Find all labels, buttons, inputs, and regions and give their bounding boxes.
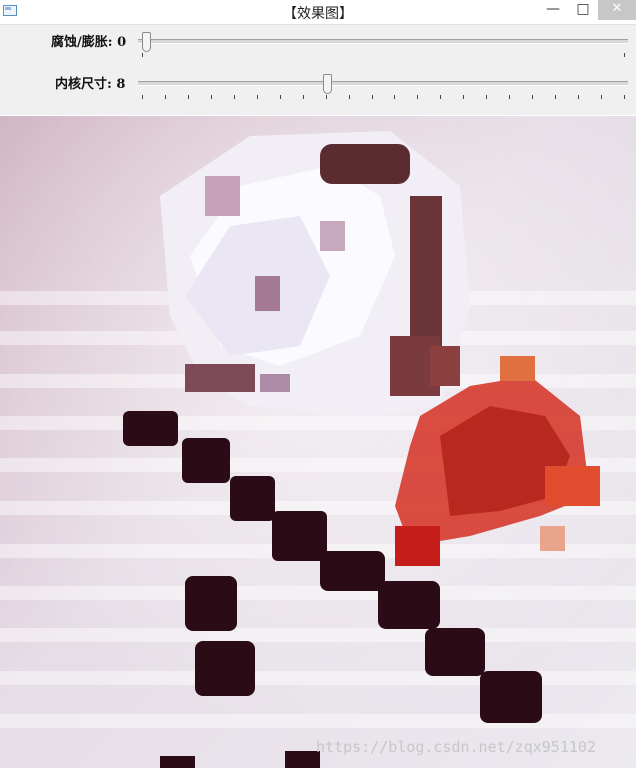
- trackbar-tick: [394, 95, 396, 99]
- trackbar-tick: [555, 95, 557, 99]
- trackbar-tick: [279, 95, 281, 99]
- trackbar-tick: [256, 95, 258, 99]
- eroded-rose-image: [0, 116, 636, 768]
- trackbar-tick: [142, 53, 143, 57]
- trackbar-tick: [463, 95, 465, 99]
- kernel-size-slider-track[interactable]: [138, 81, 628, 86]
- trackbar-tick: [578, 95, 580, 99]
- trackbar-tick: [624, 95, 625, 99]
- erode-dilate-slider-thumb[interactable]: [142, 32, 151, 52]
- kernel-size-slider-thumb[interactable]: [323, 74, 332, 94]
- trackbar-tick: [210, 95, 212, 99]
- trackbar-tick: [417, 95, 419, 99]
- trackbar-tick: [624, 53, 625, 57]
- trackbar-tick: [164, 95, 166, 99]
- close-button[interactable]: ✕: [598, 0, 636, 20]
- trackbar-tick: [233, 95, 235, 99]
- trackbar-panel: 腐蚀/膨胀: 0 内核尺寸: 8: [0, 25, 636, 115]
- trackbar-tick: [486, 95, 488, 99]
- trackbar-tick: [371, 95, 373, 99]
- trackbar-tick: [142, 95, 143, 99]
- minimize-button[interactable]: —: [538, 0, 568, 20]
- watermark-text: https://blog.csdn.net/zqx951102: [316, 738, 596, 756]
- window-titlebar: 【效果图】 — □ ✕: [0, 0, 636, 25]
- trackbar-tick: [325, 95, 327, 99]
- trackbar-tick: [187, 95, 189, 99]
- trackbar-tick: [348, 95, 350, 99]
- kernel-size-label: 内核尺寸: 8: [55, 77, 126, 92]
- trackbar-tick: [601, 95, 603, 99]
- erode-dilate-label: 腐蚀/膨胀: 0: [51, 35, 127, 50]
- trackbar-tick: [440, 95, 442, 99]
- trackbar-tick: [509, 95, 511, 99]
- maximize-button[interactable]: □: [568, 0, 598, 20]
- trackbar-tick: [302, 95, 304, 99]
- trackbar-tick: [532, 95, 534, 99]
- erode-dilate-slider-track[interactable]: [138, 39, 628, 44]
